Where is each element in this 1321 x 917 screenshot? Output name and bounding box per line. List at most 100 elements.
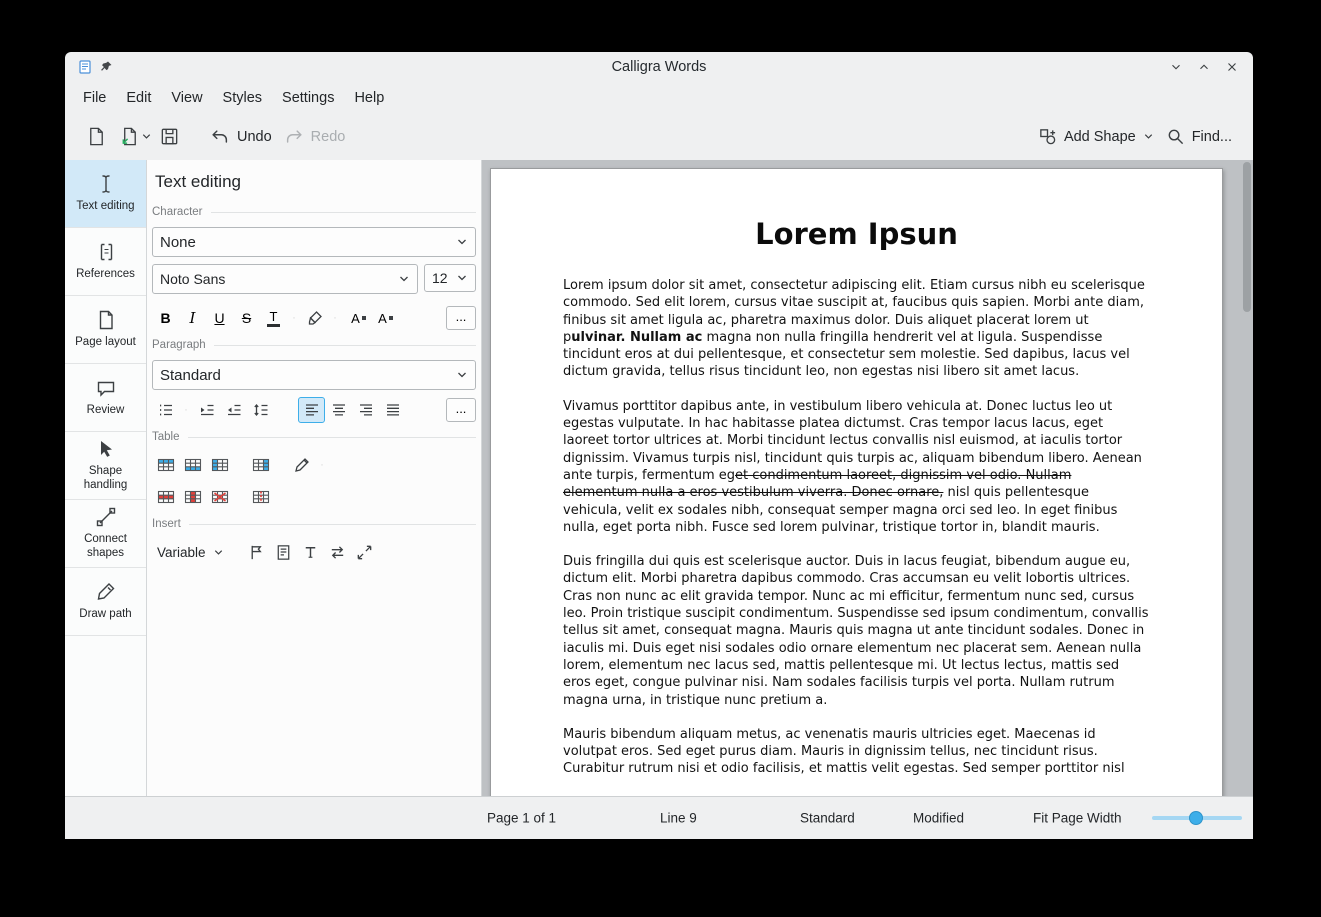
sidebar-tab-text-editing[interactable]: Text editing xyxy=(65,160,146,228)
document-paragraphs: Lorem ipsum dolor sit amet, consectetur … xyxy=(563,277,1150,778)
align-right-button[interactable] xyxy=(352,397,379,423)
strikethrough-button[interactable]: S xyxy=(233,305,260,331)
scrollbar-thumb[interactable] xyxy=(1243,162,1251,312)
variable-dropdown[interactable]: Variable xyxy=(152,542,229,563)
titlebar[interactable]: Calligra Words xyxy=(65,52,1253,82)
highlight-color-button[interactable] xyxy=(301,305,328,331)
shade-button[interactable] xyxy=(1167,58,1185,76)
split-cells-button[interactable] xyxy=(247,484,274,510)
paragraph-more-button[interactable]: ... xyxy=(446,398,476,422)
document-page[interactable]: Lorem Ipsun Lorem ipsum dolor sit amet, … xyxy=(490,168,1223,797)
paragraph[interactable]: Duis fringilla dui quis est scelerisque … xyxy=(563,553,1150,709)
paragraph[interactable]: Vivamus porttitor dapibus ante, in vesti… xyxy=(563,398,1150,536)
list-format-button[interactable] xyxy=(152,397,179,423)
style-indicator: Standard xyxy=(800,811,855,826)
zoom-mode-button[interactable]: Fit Page Width xyxy=(1033,811,1122,826)
maximize-button[interactable] xyxy=(1195,58,1213,76)
menu-view[interactable]: View xyxy=(161,85,212,111)
font-family-combo[interactable]: Noto Sans xyxy=(152,264,418,294)
sidebar-tabstrip: Text editing References Page layout Revi… xyxy=(65,160,147,797)
bold-button[interactable]: B xyxy=(152,305,179,331)
line-spacing-button[interactable] xyxy=(247,397,274,423)
chevron-down-icon xyxy=(1143,131,1154,142)
find-button[interactable]: Find... xyxy=(1160,123,1238,150)
indent-less-button[interactable] xyxy=(220,397,247,423)
align-left-button[interactable] xyxy=(298,397,325,423)
font-size-combo[interactable]: 12 xyxy=(424,264,476,292)
sidebar-tab-review[interactable]: Review xyxy=(65,364,146,432)
new-document-button[interactable] xyxy=(80,122,113,151)
insert-row-below-button[interactable] xyxy=(179,452,206,478)
document-canvas[interactable]: Lorem Ipsun Lorem ipsum dolor sit amet, … xyxy=(482,160,1253,797)
menu-help[interactable]: Help xyxy=(344,85,394,111)
delete-column-button[interactable] xyxy=(179,484,206,510)
indent-more-button[interactable] xyxy=(193,397,220,423)
table-border-pen-button[interactable] xyxy=(288,452,315,478)
superscript-glyph: A xyxy=(351,311,360,326)
paragraph[interactable]: Lorem ipsum dolor sit amet, consectetur … xyxy=(563,277,1150,381)
text-run[interactable]: ulvinar. Nullam ac xyxy=(571,330,702,345)
split-cells-icon xyxy=(251,487,271,507)
text-color-glyph: T xyxy=(270,310,278,323)
expand-button[interactable] xyxy=(351,539,378,565)
highlight-color-dropdown[interactable] xyxy=(328,305,342,331)
insert-row-above-button[interactable] xyxy=(152,452,179,478)
sidebar-tab-references[interactable]: References xyxy=(65,228,146,296)
superscript-button[interactable]: A xyxy=(342,305,369,331)
save-button[interactable] xyxy=(153,122,186,151)
sidebar-tab-connect-shapes[interactable]: Connect shapes xyxy=(65,500,146,568)
insert-column-left-button[interactable] xyxy=(206,452,233,478)
subscript-mark xyxy=(389,316,393,320)
character-style-combo[interactable]: None xyxy=(152,227,476,257)
vertical-scrollbar[interactable] xyxy=(1243,162,1251,795)
menu-styles[interactable]: Styles xyxy=(213,85,273,111)
delete-table-button[interactable] xyxy=(206,484,233,510)
references-icon xyxy=(95,241,117,263)
undo-button[interactable]: Undo xyxy=(204,123,278,151)
menu-settings[interactable]: Settings xyxy=(272,85,344,111)
font-size-value: 12 xyxy=(432,270,448,286)
list-format-icon xyxy=(157,401,175,419)
tool-options-panel: Text editing Character None Noto Sans 12 xyxy=(147,160,482,797)
text-run[interactable]: Duis fringilla dui quis est scelerisque … xyxy=(563,554,1148,707)
align-center-button[interactable] xyxy=(325,397,352,423)
page-indicator[interactable]: Page 1 of 1 xyxy=(487,811,556,826)
swap-arrows-icon xyxy=(328,543,347,562)
delete-row-button[interactable] xyxy=(152,484,179,510)
menu-file[interactable]: File xyxy=(73,85,116,111)
underline-button[interactable]: U xyxy=(206,305,233,331)
insert-column-right-button[interactable] xyxy=(247,452,274,478)
table-insert-row xyxy=(152,452,476,478)
new-document-icon xyxy=(86,126,107,147)
align-justify-button[interactable] xyxy=(379,397,406,423)
zoom-slider-handle[interactable] xyxy=(1189,811,1203,825)
section-table: Table xyxy=(152,431,476,443)
sidebar-tab-shape-handling[interactable]: Shape handling xyxy=(65,432,146,500)
subscript-button[interactable]: A xyxy=(369,305,396,331)
sidebar-tab-draw-path[interactable]: Draw path xyxy=(65,568,146,636)
swap-direction-button[interactable] xyxy=(324,539,351,565)
zoom-slider[interactable] xyxy=(1152,810,1242,826)
menu-edit[interactable]: Edit xyxy=(116,85,161,111)
pin-icon[interactable] xyxy=(99,60,113,74)
add-shape-button[interactable]: Add Shape xyxy=(1032,123,1160,150)
insert-text-button[interactable] xyxy=(297,539,324,565)
italic-button[interactable]: I xyxy=(179,305,206,331)
text-color-button[interactable]: T xyxy=(260,305,287,331)
close-button[interactable] xyxy=(1223,58,1241,76)
sidebar-tab-page-layout[interactable]: Page layout xyxy=(65,296,146,364)
character-more-button[interactable]: ... xyxy=(446,306,476,330)
page-break-button[interactable] xyxy=(243,539,270,565)
paragraph[interactable]: Mauris bibendum aliquam metus, ac venena… xyxy=(563,726,1150,778)
open-recent-dropdown[interactable] xyxy=(140,127,153,146)
add-shape-icon xyxy=(1038,127,1057,146)
footnote-button[interactable] xyxy=(270,539,297,565)
redo-button[interactable]: Redo xyxy=(278,123,352,151)
tab-label: Text editing xyxy=(72,200,138,214)
document-title[interactable]: Lorem Ipsun xyxy=(563,217,1150,251)
paragraph-style-combo[interactable]: Standard xyxy=(152,360,476,390)
table-border-dropdown[interactable] xyxy=(315,452,329,478)
text-run[interactable]: Mauris bibendum aliquam metus, ac venena… xyxy=(563,727,1125,777)
text-color-dropdown[interactable] xyxy=(287,305,301,331)
list-format-dropdown[interactable] xyxy=(179,397,193,423)
